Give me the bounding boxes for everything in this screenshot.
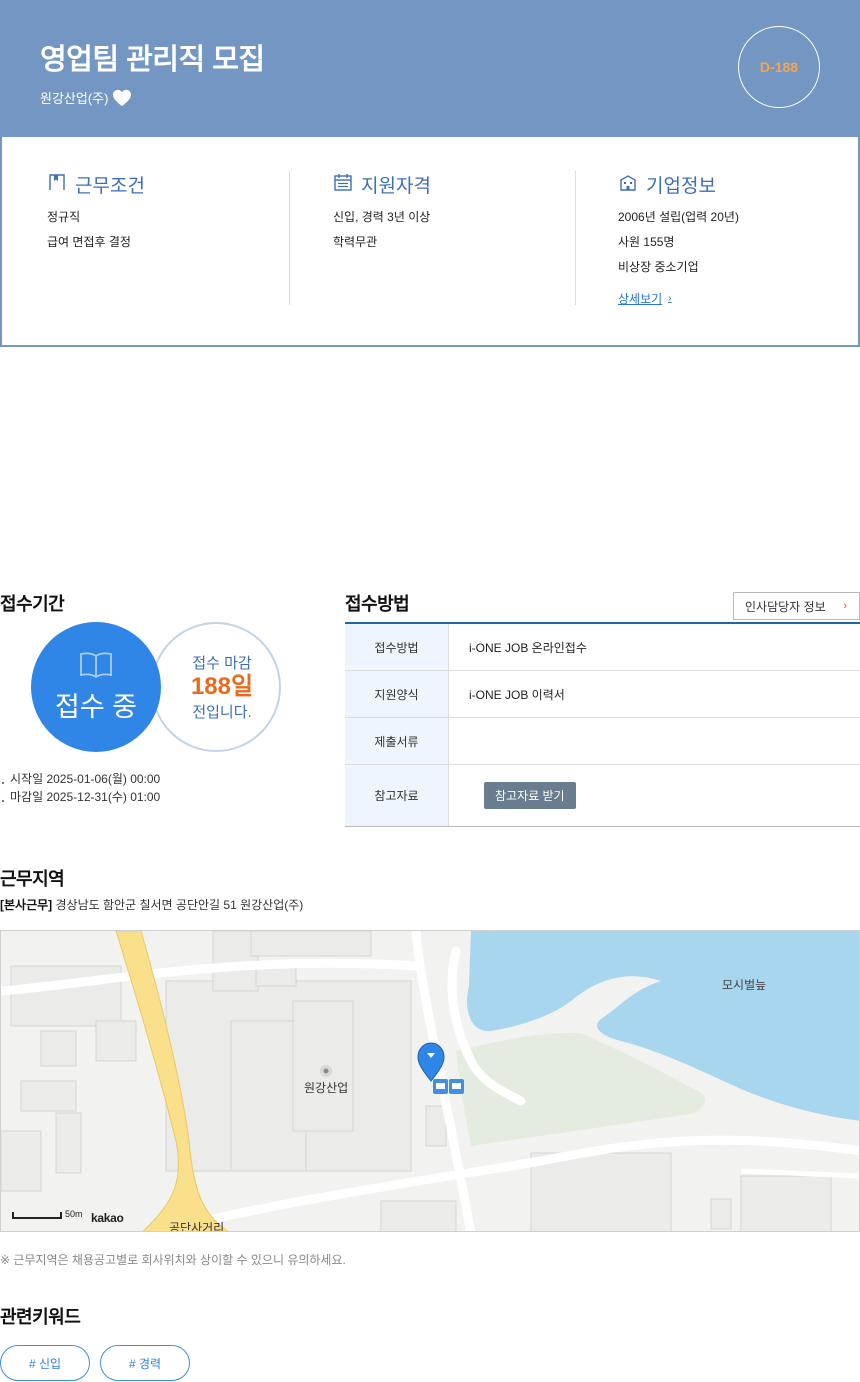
table-row: 참고자료 참고자료 받기 — [345, 765, 860, 827]
row-label: 제출서류 — [345, 718, 449, 764]
location-notice: ※ 근무지역은 채용공고별로 회사위치와 상이할 수 있으니 유의하세요. — [0, 1253, 346, 1267]
dday-badge: D-188 — [738, 26, 820, 108]
deadline-prefix: 접수 마감 — [192, 655, 252, 672]
chevron-right-icon: › — [668, 293, 672, 304]
building-icon — [618, 172, 638, 198]
table-row: 접수방법 i-ONE JOB 온라인접수 — [345, 624, 860, 671]
qualifications-heading: 지원자격 — [333, 171, 431, 198]
qualifications-title: 지원자격 — [361, 176, 431, 197]
work-conditions-heading: 근무조건 — [47, 171, 145, 198]
row-value — [449, 718, 860, 764]
status-circle: 접수 중 — [31, 622, 161, 752]
table-row: 제출서류 — [345, 718, 860, 765]
download-reference-button[interactable]: 참고자료 받기 — [484, 782, 576, 809]
career-requirement: 신입, 경력 3년 이상 — [333, 210, 431, 224]
table-row: 지원양식 i-ONE JOB 이력서 — [345, 671, 860, 718]
date-list: 시작일 2025-01-06(월) 00:00 마감일 2025-12-31(수… — [0, 770, 160, 806]
qualifications: 지원자격 신입, 경력 3년 이상 학력무관 — [333, 171, 431, 255]
salary: 급여 면접후 결정 — [47, 235, 131, 249]
work-conditions-title: 근무조건 — [75, 176, 145, 197]
location-map[interactable]: 원강산업 모시벌늪 공단사거리 50m kakao — [0, 930, 860, 1232]
work-type-tag: [본사근무] — [0, 898, 53, 912]
company-row: 원강산업(주) — [40, 88, 132, 107]
employees: 사원 155명 — [618, 235, 675, 249]
summary-box: 근무조건 정규직 급여 면접후 결정 지원자격 신입, 경력 3년 이상 학력무… — [0, 137, 860, 347]
founded: 2006년 설립(업력 20년) — [618, 210, 739, 224]
company-detail-link[interactable]: 상세보기 › — [618, 290, 672, 307]
keyword-tag[interactable]: # 신입 — [0, 1345, 90, 1381]
map-label-intersection: 공단사거리 — [169, 1221, 225, 1232]
company-detail-label: 상세보기 — [618, 292, 663, 306]
period-title: 접수기간 — [0, 594, 65, 614]
end-date: 마감일 2025-12-31(수) 01:00 — [0, 788, 160, 806]
address: 경상남도 함안군 칠서면 공단안길 51 원강산업(주) — [55, 898, 304, 912]
job-title: 영업팀 관리직 모집 — [40, 44, 265, 76]
start-date: 시작일 2025-01-06(월) 00:00 — [0, 770, 160, 788]
hr-contact-button[interactable]: 인사담당자 정보 › — [733, 592, 860, 620]
deadline-suffix: 전입니다. — [192, 704, 252, 721]
map-brand-logo: kakao — [91, 1211, 124, 1225]
employment-type: 정규직 — [47, 210, 81, 224]
company-name[interactable]: 원강산업(주) — [40, 88, 108, 107]
open-book-icon — [79, 650, 113, 685]
map-scale: 50m — [12, 1209, 83, 1219]
divider — [575, 171, 576, 305]
keywords-title: 관련키워드 — [0, 1307, 81, 1327]
chevron-right-icon: › — [843, 600, 847, 612]
scale-text: 50m — [65, 1209, 83, 1219]
method-table: 접수방법 i-ONE JOB 온라인접수 지원양식 i-ONE JOB 이력서 … — [345, 622, 860, 827]
bookmark-icon — [47, 172, 67, 198]
scale-bar — [12, 1212, 62, 1219]
dday-text: D-188 — [759, 59, 799, 75]
row-value: 참고자료 받기 — [449, 765, 860, 826]
location-title: 근무지역 — [0, 869, 65, 889]
map-label-lake: 모시벌늪 — [722, 978, 767, 992]
heart-icon[interactable] — [112, 89, 132, 107]
map-label-company: 원강산업 — [304, 1081, 349, 1095]
divider — [289, 171, 290, 305]
education-requirement: 학력무관 — [333, 235, 378, 249]
calendar-icon — [333, 172, 353, 198]
address-line: [본사근무] 경상남도 함안군 칠서면 공단안길 51 원강산업(주) — [0, 896, 303, 913]
deadline-circle: 접수 마감 188일 전입니다. — [151, 622, 281, 752]
row-label: 참고자료 — [345, 765, 449, 826]
days-left: 188일 — [190, 673, 254, 700]
company-type: 비상장 중소기업 — [618, 260, 699, 274]
status-text: 접수 중 — [54, 692, 138, 722]
company-info: 기업정보 2006년 설립(업력 20년) 사원 155명 비상장 중소기업 상… — [618, 171, 739, 308]
company-info-heading: 기업정보 — [618, 171, 739, 198]
method-title: 접수방법 — [345, 594, 410, 614]
hr-contact-label: 인사담당자 정보 — [745, 599, 826, 614]
job-header: 영업팀 관리직 모집 원강산업(주) D-188 — [0, 0, 860, 137]
row-label: 접수방법 — [345, 624, 449, 670]
company-info-title: 기업정보 — [646, 176, 716, 197]
row-label: 지원양식 — [345, 671, 449, 717]
work-conditions: 근무조건 정규직 급여 면접후 결정 — [47, 171, 145, 255]
row-value: i-ONE JOB 온라인접수 — [469, 640, 587, 655]
row-value: i-ONE JOB 이력서 — [469, 687, 565, 702]
keyword-tag[interactable]: # 경력 — [100, 1345, 190, 1381]
